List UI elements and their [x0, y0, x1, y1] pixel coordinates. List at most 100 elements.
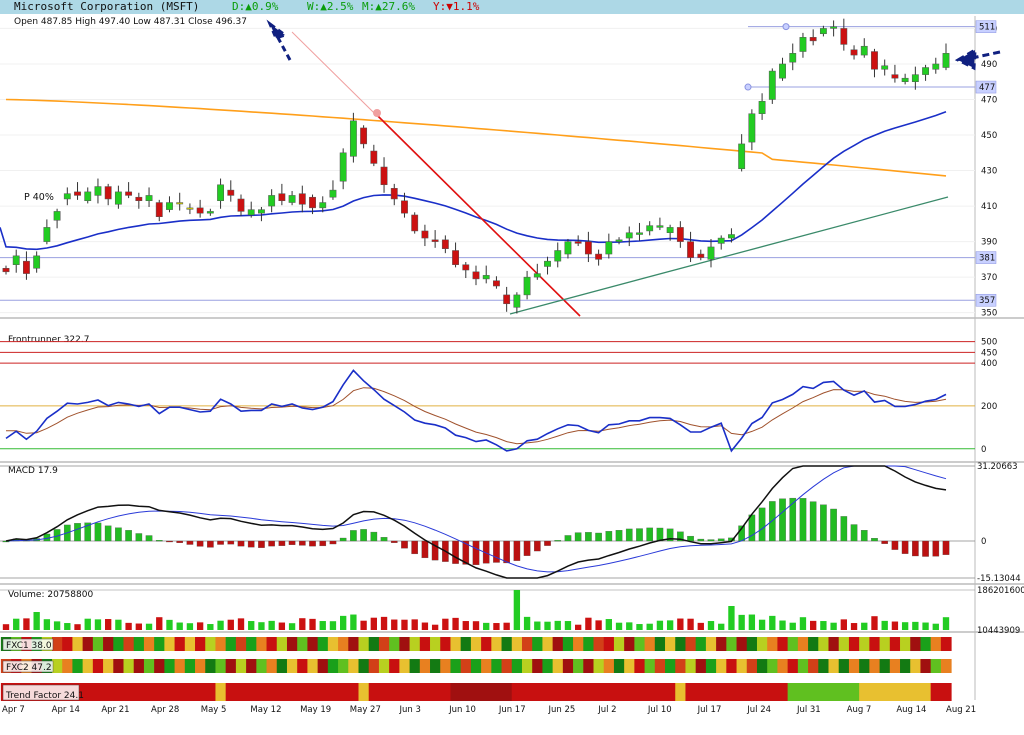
candle-body: [94, 186, 102, 196]
volume-bar: [758, 619, 766, 630]
macd-histogram-bar: [401, 540, 408, 549]
heat-cell: [317, 637, 329, 651]
volume-bar: [145, 623, 153, 630]
macd-histogram-bar: [799, 498, 807, 542]
volume-bar: [687, 618, 694, 630]
candle-body: [288, 195, 296, 203]
annotation-arrow-top: [266, 19, 292, 61]
heat-cell: [256, 637, 268, 651]
frontrunner-line: [5, 369, 947, 453]
candle-body: [584, 241, 592, 255]
heat-cell: [521, 659, 533, 673]
candle-body: [901, 77, 909, 82]
heat-cell: [910, 637, 921, 651]
heat-cell: [164, 637, 176, 651]
heat-cell: [368, 683, 380, 701]
heat-cell: [736, 683, 748, 701]
heat-cell: [164, 659, 176, 673]
heat-cell: [930, 637, 942, 651]
macd-histogram-bar: [574, 532, 582, 542]
heat-cell: [82, 637, 94, 651]
heat-cell: [573, 659, 584, 673]
volume-bar: [932, 623, 939, 630]
candle-body: [656, 225, 664, 228]
volume-bar: [871, 616, 878, 630]
candle-body: [789, 53, 797, 63]
heat-cell: [532, 683, 543, 701]
heat-cell: [562, 637, 574, 651]
candle-body: [779, 63, 786, 79]
heat-cell: [399, 683, 411, 701]
candle-body: [533, 273, 541, 278]
heat-cell: [440, 637, 451, 651]
volume-bar: [442, 618, 449, 630]
macd-histogram-bar: [247, 540, 255, 548]
heat-cell: [276, 637, 288, 651]
candle-body: [891, 74, 899, 79]
volume-bar: [810, 620, 817, 630]
heat-cell: [797, 659, 809, 673]
heat-cell: [430, 659, 441, 673]
candle-body: [74, 191, 81, 196]
candle-body: [380, 166, 388, 186]
macd-histogram-bar: [472, 540, 480, 566]
macd-histogram-bar: [207, 540, 214, 548]
volume-bar: [84, 618, 91, 630]
candle-body: [707, 246, 715, 260]
heat-cell: [848, 659, 860, 673]
heat-cell: [450, 637, 462, 651]
macd-histogram-bar: [687, 535, 694, 542]
stock-chart[interactable]: 350370390410430450470490510511477381357P…: [0, 0, 1024, 735]
macd-histogram-bar: [227, 540, 235, 545]
volume-bar: [115, 619, 122, 630]
heat-cell: [491, 683, 503, 701]
heat-cell: [215, 683, 227, 701]
heat-cell: [593, 659, 605, 673]
macd-histogram-bar: [789, 497, 797, 542]
candle-body: [503, 294, 511, 305]
heat-bar-label: FXC2 47.2: [6, 663, 52, 673]
volume-bar: [595, 620, 602, 630]
heat-cell: [562, 683, 574, 701]
heat-cell: [133, 683, 145, 701]
heat-cell: [235, 637, 247, 651]
heat-cell: [828, 683, 840, 701]
candle-body: [860, 45, 868, 56]
heat-cell: [195, 683, 206, 701]
candle-body: [63, 193, 71, 200]
heat-cell: [501, 683, 513, 701]
volume-bar: [697, 622, 704, 630]
macd-histogram-bar: [922, 540, 929, 557]
macd-histogram-bar: [901, 540, 909, 554]
volume-label: Volume: 20758800: [8, 590, 93, 600]
volume-bar: [268, 620, 275, 630]
candle-body: [217, 184, 224, 202]
price-level-label: 381: [979, 254, 995, 264]
candle-body: [605, 241, 613, 255]
macd-histogram-bar: [615, 530, 623, 542]
macd-histogram-bar: [421, 540, 429, 559]
heat-cell: [154, 637, 165, 651]
heat-cell: [859, 637, 870, 651]
heat-cell: [470, 659, 482, 673]
heat-cell: [726, 683, 738, 701]
candle-body: [278, 193, 286, 202]
heat-cell: [818, 659, 829, 673]
heat-cell: [583, 637, 594, 651]
macd-histogram-bar: [717, 538, 725, 542]
heat-cell: [51, 659, 63, 673]
heat-cell: [593, 637, 605, 651]
macd-histogram-bar: [298, 540, 306, 546]
heat-cell: [940, 683, 952, 701]
x-axis-label: Jul 17: [697, 705, 722, 715]
volume-bar: [105, 619, 112, 630]
candle-body: [166, 202, 173, 210]
macd-histogram-bar: [350, 530, 357, 542]
candle-body: [23, 260, 30, 274]
heat-cell: [808, 683, 819, 701]
heat-cell: [246, 637, 257, 651]
frontrunner-level-label: 400: [981, 359, 997, 369]
heat-cell: [654, 637, 666, 651]
heat-cell: [389, 637, 400, 651]
candle-body: [390, 188, 398, 200]
